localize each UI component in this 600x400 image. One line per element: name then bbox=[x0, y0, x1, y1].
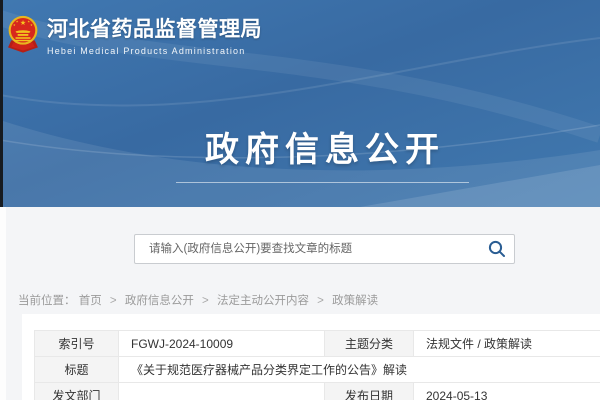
issuing-department-value bbox=[119, 383, 325, 400]
svg-text:★: ★ bbox=[13, 23, 16, 27]
site-subtitle: Hebei Medical Products Administration bbox=[47, 46, 262, 56]
publish-date-label: 发布日期 bbox=[325, 383, 414, 400]
breadcrumb-item-legal-disclosure[interactable]: 法定主动公开内容 bbox=[217, 295, 309, 307]
table-row: 标题 《关于规范医疗器械产品分类界定工作的公告》解读 bbox=[35, 357, 600, 383]
breadcrumb-item-policy-interpretation: 政策解读 bbox=[332, 295, 378, 307]
banner-title-divider bbox=[176, 182, 469, 183]
publish-date-value: 2024-05-13 bbox=[414, 383, 600, 400]
svg-text:★: ★ bbox=[30, 23, 33, 27]
breadcrumb-item-home[interactable]: 首页 bbox=[79, 295, 102, 307]
document-info-card: 索引号 FGWJ-2024-10009 主题分类 法规文件 / 政策解读 标题 … bbox=[22, 314, 600, 400]
content-area: 当前位置： 首页 > 政府信息公开 > 法定主动公开内容 > 政策解读 索引号 … bbox=[0, 207, 600, 400]
brand-text: 河北省药品监督管理局 Hebei Medical Products Admini… bbox=[47, 10, 262, 56]
topic-category-label: 主题分类 bbox=[325, 331, 414, 357]
topic-category-value: 法规文件 / 政策解读 bbox=[414, 331, 600, 357]
window-left-edge bbox=[0, 0, 3, 207]
table-row: 发文部门 发布日期 2024-05-13 bbox=[35, 383, 600, 400]
breadcrumb-label: 当前位置： bbox=[18, 295, 76, 307]
search-box bbox=[134, 234, 515, 264]
breadcrumb: 当前位置： 首页 > 政府信息公开 > 法定主动公开内容 > 政策解读 bbox=[18, 292, 378, 308]
svg-text:★: ★ bbox=[20, 19, 26, 27]
table-row: 索引号 FGWJ-2024-10009 主题分类 法规文件 / 政策解读 bbox=[35, 331, 600, 357]
site-title: 河北省药品监督管理局 bbox=[47, 17, 262, 43]
breadcrumb-separator: > bbox=[110, 295, 117, 307]
search-button[interactable] bbox=[480, 235, 514, 263]
svg-text:★: ★ bbox=[16, 19, 19, 23]
issuing-department-label: 发文部门 bbox=[35, 383, 119, 400]
site-header: ★ ★ ★ ★ ★ 河北省药品监督管理局 Hebei Medical Produ… bbox=[0, 0, 600, 207]
document-info-table: 索引号 FGWJ-2024-10009 主题分类 法规文件 / 政策解读 标题 … bbox=[34, 330, 600, 400]
index-number-value: FGWJ-2024-10009 bbox=[119, 331, 325, 357]
page: ★ ★ ★ ★ ★ 河北省药品监督管理局 Hebei Medical Produ… bbox=[0, 0, 600, 400]
title-label: 标题 bbox=[35, 357, 119, 383]
breadcrumb-item-gov-info[interactable]: 政府信息公开 bbox=[125, 295, 194, 307]
index-number-label: 索引号 bbox=[35, 331, 119, 357]
title-value: 《关于规范医疗器械产品分类界定工作的公告》解读 bbox=[119, 357, 600, 383]
breadcrumb-separator: > bbox=[202, 295, 209, 307]
search-icon bbox=[488, 240, 506, 258]
brand-home-link[interactable]: ★ ★ ★ ★ ★ 河北省药品监督管理局 Hebei Medical Produ… bbox=[7, 10, 262, 58]
national-emblem-icon: ★ ★ ★ ★ ★ bbox=[7, 10, 39, 58]
search-input[interactable] bbox=[135, 235, 480, 263]
page-left-margin bbox=[0, 207, 6, 400]
breadcrumb-separator: > bbox=[317, 295, 324, 307]
banner-title: 政府信息公开 bbox=[0, 122, 600, 171]
